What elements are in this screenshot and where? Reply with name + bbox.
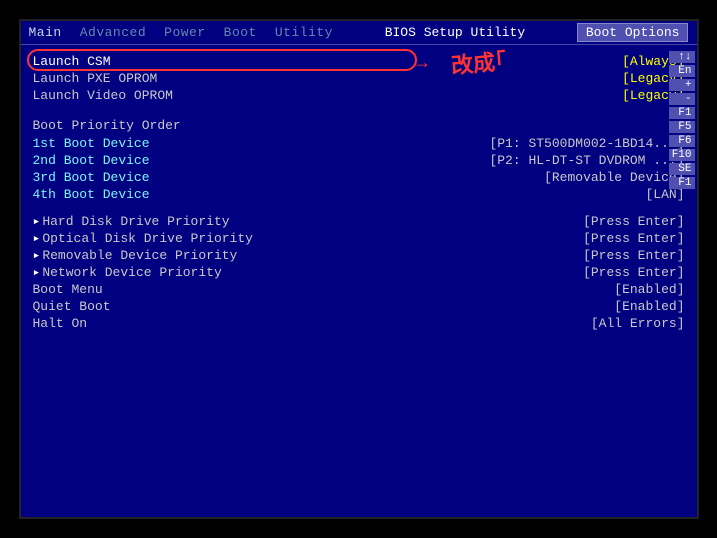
key-f10: F10: [669, 149, 695, 161]
menu-advanced[interactable]: Advanced: [80, 25, 146, 40]
boot-device-1-label: 1st Boot Device: [33, 136, 150, 151]
boot-device-2-row[interactable]: 2nd Boot Device [P2: HL-DT-ST DVDROM ...…: [33, 152, 685, 169]
key-sidebar: ↑↓ En + - F1 F5 F6 F10 SE F1: [669, 51, 695, 189]
quiet-boot-value: [Enabled]: [614, 299, 684, 314]
boot-device-4-label: 4th Boot Device: [33, 187, 150, 202]
launch-csm-label: Launch CSM: [33, 54, 111, 69]
network-priority-label: ▸Network Device Priority: [33, 265, 222, 280]
boot-device-4-value: [LAN]: [645, 187, 684, 202]
launch-pxe-row[interactable]: Launch PXE OPROM [Legacy]: [33, 70, 685, 87]
hdd-priority-value: [Press Enter]: [583, 214, 684, 229]
hdd-priority-label: ▸Hard Disk Drive Priority: [33, 214, 230, 229]
active-tab: Boot Options: [577, 23, 689, 42]
hdd-priority-row[interactable]: ▸Hard Disk Drive Priority [Press Enter]: [33, 213, 685, 230]
quiet-boot-row[interactable]: Quiet Boot [Enabled]: [33, 298, 685, 315]
removable-priority-value: [Press Enter]: [583, 248, 684, 263]
key-minus: -: [669, 93, 695, 105]
quiet-boot-label: Quiet Boot: [33, 299, 111, 314]
boot-device-3-value: [Removable Device]: [544, 170, 684, 185]
odd-priority-label: ▸Optical Disk Drive Priority: [33, 231, 253, 246]
boot-menu-value: [Enabled]: [614, 282, 684, 297]
launch-pxe-label: Launch PXE OPROM: [33, 71, 158, 86]
halt-on-row[interactable]: Halt On [All Errors]: [33, 315, 685, 332]
boot-device-1-row[interactable]: 1st Boot Device [P1: ST500DM002-1BD14...…: [33, 135, 685, 152]
boot-menu-label: Boot Menu: [33, 282, 103, 297]
key-f5: F5: [669, 121, 695, 133]
key-tab: +: [669, 79, 695, 91]
boot-device-4-row[interactable]: 4th Boot Device [LAN]: [33, 186, 685, 203]
odd-priority-value: [Press Enter]: [583, 231, 684, 246]
launch-video-row[interactable]: Launch Video OPROM [Legacy]: [33, 87, 685, 104]
halt-on-label: Halt On: [33, 316, 88, 331]
key-esc: SE: [669, 163, 695, 175]
bios-screen: Main Advanced Power Boot Utility BIOS Se…: [19, 19, 699, 519]
key-extra: F1: [669, 177, 695, 189]
menu-power[interactable]: Power: [164, 25, 206, 40]
key-f6: F6: [669, 135, 695, 147]
key-enter: En: [669, 65, 695, 77]
menu-main[interactable]: Main: [29, 25, 62, 40]
boot-menu-row[interactable]: Boot Menu [Enabled]: [33, 281, 685, 298]
boot-device-2-label: 2nd Boot Device: [33, 153, 150, 168]
network-priority-row[interactable]: ▸Network Device Priority [Press Enter]: [33, 264, 685, 281]
key-f1: F1: [669, 107, 695, 119]
odd-priority-row[interactable]: ▸Optical Disk Drive Priority [Press Ente…: [33, 230, 685, 247]
menu-items: Main Advanced Power Boot Utility: [29, 25, 333, 40]
boot-priority-section-title: Boot Priority Order: [33, 118, 685, 133]
boot-device-3-label: 3rd Boot Device: [33, 170, 150, 185]
launch-video-label: Launch Video OPROM: [33, 88, 173, 103]
key-updown: ↑↓: [669, 51, 695, 63]
boot-device-1-value: [P1: ST500DM002-1BD14...]: [489, 136, 684, 151]
boot-device-3-row[interactable]: 3rd Boot Device [Removable Device]: [33, 169, 685, 186]
launch-csm-row[interactable]: Launch CSM [Always]: [33, 53, 685, 70]
network-priority-value: [Press Enter]: [583, 265, 684, 280]
removable-priority-label: ▸Removable Device Priority: [33, 248, 238, 263]
removable-priority-row[interactable]: ▸Removable Device Priority [Press Enter]: [33, 247, 685, 264]
bios-title: BIOS Setup Utility: [385, 25, 525, 40]
menu-utility[interactable]: Utility: [275, 25, 333, 40]
halt-on-value: [All Errors]: [591, 316, 685, 331]
menu-boot[interactable]: Boot: [224, 25, 257, 40]
boot-device-2-value: [P2: HL-DT-ST DVDROM ...]: [489, 153, 684, 168]
menu-bar: Main Advanced Power Boot Utility BIOS Se…: [21, 21, 697, 45]
bios-content: Launch CSM [Always] Launch PXE OPROM [Le…: [21, 45, 697, 340]
